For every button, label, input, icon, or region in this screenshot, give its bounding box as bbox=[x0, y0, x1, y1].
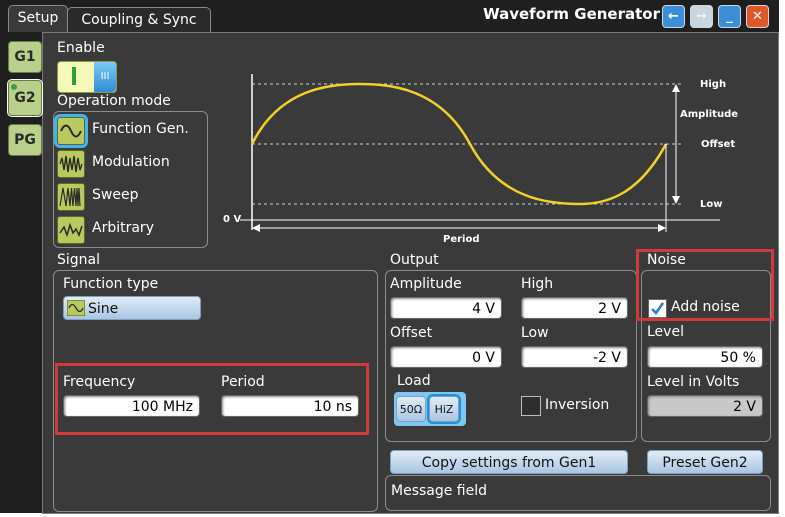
window-title: Waveform Generator bbox=[483, 5, 660, 23]
modulation-label[interactable]: Modulation bbox=[92, 154, 170, 170]
diagram-low-label: Low bbox=[700, 199, 723, 210]
high-label: High bbox=[521, 276, 554, 292]
diagram-high-label: High bbox=[700, 79, 727, 90]
diagram-zero-label: 0 V bbox=[223, 214, 242, 225]
tab-coupling-sync[interactable]: Coupling & Sync bbox=[67, 7, 211, 32]
high-field[interactable]: 2 V bbox=[521, 297, 628, 319]
function-gen-label[interactable]: Function Gen. bbox=[92, 121, 189, 137]
diagram-period-label: Period bbox=[443, 234, 480, 245]
message-field-label: Message field bbox=[391, 483, 488, 499]
inversion-checkbox[interactable] bbox=[521, 396, 541, 416]
back-arrow-icon[interactable]: ← bbox=[662, 5, 685, 28]
waveform-diagram bbox=[240, 74, 720, 232]
function-type-label: Function type bbox=[63, 276, 159, 292]
inversion-label[interactable]: Inversion bbox=[545, 397, 609, 413]
low-field[interactable]: -2 V bbox=[521, 346, 628, 368]
function-type-value: Sine bbox=[88, 301, 119, 317]
add-noise-checkbox[interactable] bbox=[648, 299, 667, 318]
amplitude-field[interactable]: 4 V bbox=[390, 297, 502, 319]
arbitrary-icon[interactable] bbox=[57, 216, 85, 244]
arbitrary-label[interactable]: Arbitrary bbox=[92, 220, 154, 236]
output-section-label: Output bbox=[390, 252, 439, 268]
period-arrow-right-icon bbox=[658, 224, 666, 232]
frequency-field[interactable]: 100 MHz bbox=[63, 395, 200, 417]
period-arrow-left-icon bbox=[252, 224, 260, 232]
offset-label: Offset bbox=[390, 325, 433, 341]
period-field[interactable]: 10 ns bbox=[221, 395, 359, 417]
load-hiz-button[interactable]: HiZ bbox=[429, 396, 459, 422]
side-tab-g1[interactable]: G1 bbox=[8, 41, 42, 73]
operation-mode-label: Operation mode bbox=[57, 93, 171, 109]
noise-level-field[interactable]: 50 % bbox=[647, 346, 763, 368]
signal-section-label: Signal bbox=[57, 252, 101, 268]
frequency-label: Frequency bbox=[63, 374, 136, 390]
on-mark-icon bbox=[72, 67, 76, 85]
minimize-icon[interactable]: _ bbox=[718, 5, 741, 28]
sweep-label[interactable]: Sweep bbox=[92, 187, 138, 203]
low-label: Low bbox=[521, 325, 549, 341]
offset-field[interactable]: 0 V bbox=[390, 346, 502, 368]
diagram-amplitude-label: Amplitude bbox=[680, 109, 739, 120]
level-in-volts-field: 2 V bbox=[647, 395, 763, 417]
add-noise-label[interactable]: Add noise bbox=[671, 299, 740, 315]
modulation-icon[interactable] bbox=[57, 150, 85, 178]
diagram-offset-label: Offset bbox=[701, 139, 736, 150]
enable-label: Enable bbox=[57, 40, 105, 56]
tab-setup[interactable]: Setup bbox=[8, 5, 68, 32]
amplitude-arrow-top-icon bbox=[672, 84, 680, 92]
enable-toggle[interactable]: III bbox=[57, 61, 117, 93]
sweep-icon[interactable] bbox=[57, 183, 85, 211]
preset-gen2-button[interactable]: Preset Gen2 bbox=[647, 450, 763, 474]
toggle-handle[interactable]: III bbox=[94, 62, 116, 92]
level-in-volts-label: Level in Volts bbox=[647, 374, 740, 390]
amplitude-arrow-bottom-icon bbox=[672, 196, 680, 204]
period-label: Period bbox=[221, 374, 265, 390]
noise-level-label: Level bbox=[647, 324, 684, 340]
amplitude-label: Amplitude bbox=[390, 276, 462, 292]
close-icon[interactable]: ✕ bbox=[746, 5, 769, 28]
function-gen-icon[interactable] bbox=[57, 117, 85, 145]
load-label: Load bbox=[397, 373, 431, 389]
load-50-ohm-button[interactable]: 50Ω bbox=[396, 396, 426, 422]
function-type-select[interactable]: Sine bbox=[63, 296, 201, 320]
active-indicator-icon bbox=[11, 84, 17, 90]
message-field: Message field bbox=[385, 475, 771, 511]
copy-settings-button[interactable]: Copy settings from Gen1 bbox=[390, 450, 628, 474]
forward-arrow-icon[interactable]: → bbox=[690, 5, 713, 28]
side-tab-pg[interactable]: PG bbox=[8, 124, 42, 156]
